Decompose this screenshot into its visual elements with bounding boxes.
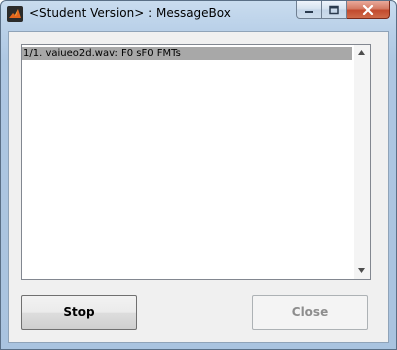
window-title: <Student Version> : MessageBox xyxy=(29,6,231,20)
dialog-content: 1/1. vaiueo2d.wav: F0 sF0 FMTs Stop Clos… xyxy=(8,31,389,343)
messagebox-window: <Student Version> : MessageBox 1/1. vaiu… xyxy=(0,0,397,350)
minimize-button[interactable] xyxy=(296,1,322,19)
scroll-down-button[interactable] xyxy=(354,263,370,279)
matlab-logo-icon[interactable] xyxy=(7,6,23,22)
scroll-up-button[interactable] xyxy=(354,45,370,61)
vertical-scrollbar[interactable] xyxy=(354,45,370,279)
title-bar[interactable]: <Student Version> : MessageBox xyxy=(1,1,396,29)
close-window-button[interactable] xyxy=(347,1,390,19)
message-listbox[interactable]: 1/1. vaiueo2d.wav: F0 sF0 FMTs xyxy=(21,44,371,280)
stop-button[interactable]: Stop xyxy=(21,295,137,330)
close-button[interactable]: Close xyxy=(252,295,368,330)
list-item[interactable]: 1/1. vaiueo2d.wav: F0 sF0 FMTs xyxy=(22,47,352,60)
caption-buttons xyxy=(296,1,390,21)
maximize-button[interactable] xyxy=(322,1,347,19)
